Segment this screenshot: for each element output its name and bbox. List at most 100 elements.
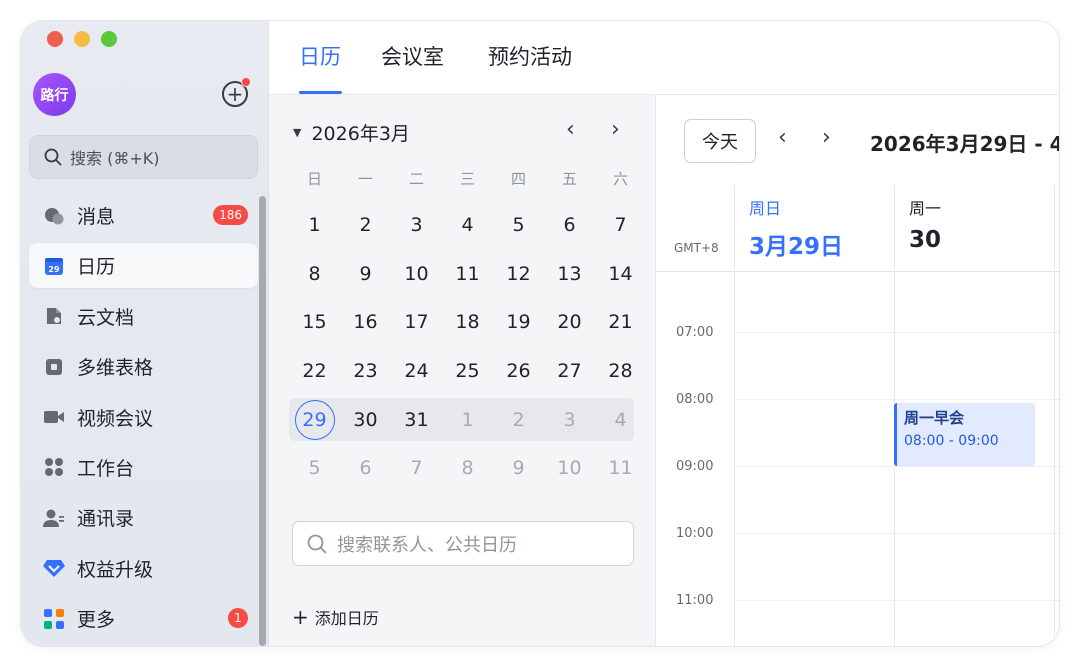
day-cell[interactable]: 1 [442, 409, 493, 431]
time-label: 07:00 [676, 325, 714, 340]
day-cell[interactable]: 15 [289, 311, 340, 333]
notification-dot [241, 77, 251, 87]
day-cell[interactable]: 26 [493, 360, 544, 382]
day-cell[interactable]: 25 [442, 360, 493, 382]
day-cell[interactable]: 11 [595, 457, 646, 479]
day-cell[interactable]: 6 [544, 214, 595, 236]
minimize-window-button[interactable] [74, 31, 90, 47]
day-cell[interactable]: 3 [544, 409, 595, 431]
chevron-left-icon[interactable]: ‹ [566, 117, 575, 142]
day-cell[interactable]: 8 [289, 263, 340, 285]
chevron-right-icon[interactable]: › [822, 125, 831, 150]
sidebar-item-more[interactable]: 更多 1 [29, 596, 258, 641]
message-icon [43, 205, 65, 227]
day-cell[interactable]: 2 [493, 409, 544, 431]
day-cell[interactable]: 20 [544, 311, 595, 333]
day-cell[interactable]: 19 [493, 311, 544, 333]
day-date: 3月29日 [749, 234, 844, 260]
time-label: 09:00 [676, 459, 714, 474]
active-tab-indicator [299, 91, 342, 94]
sidebar-item-messages[interactable]: 消息 186 [29, 193, 258, 238]
sidebar-item-docs[interactable]: 云文档 [29, 294, 258, 339]
day-cell[interactable]: 31 [391, 409, 442, 431]
timezone-label[interactable]: GMT+8 [674, 241, 719, 255]
week-view: 今天 ‹ › 2026年3月29日 - 4月 GMT+8 周日 3月29日 周一… [656, 95, 1059, 646]
sidebar-item-contacts[interactable]: 通讯录 [29, 495, 258, 540]
day-cell[interactable]: 2 [340, 214, 391, 236]
day-cell[interactable]: 5 [289, 457, 340, 479]
day-cell[interactable]: 10 [544, 457, 595, 479]
weekday-label: 一 [357, 169, 373, 188]
event-block[interactable]: 周一早会 08:00 - 09:00 [894, 403, 1035, 466]
sidebar-item-label: 云文档 [77, 306, 135, 329]
weekday-label: 日 [306, 169, 322, 188]
tab-booking[interactable]: 预约活动 [488, 41, 572, 71]
day-cell[interactable]: 10 [391, 263, 442, 285]
week-row: 22 23 24 25 26 27 28 [289, 347, 646, 396]
global-search[interactable]: 搜索 (⌘+K) [29, 135, 258, 179]
day-header-monday[interactable]: 周一 30 [894, 185, 1059, 271]
day-header-sunday[interactable]: 周日 3月29日 [734, 185, 894, 271]
contact-search-input[interactable]: 搜索联系人、公共日历 [292, 521, 634, 566]
day-cell[interactable]: 24 [391, 360, 442, 382]
tab-meeting-rooms[interactable]: 会议室 [381, 41, 444, 71]
sidebar-scrollbar[interactable] [259, 196, 266, 646]
sidebar-item-base[interactable]: 多维表格 [29, 344, 258, 389]
day-cell-today[interactable]: 29 [289, 399, 340, 440]
hour-line [736, 533, 1059, 534]
tab-calendar[interactable]: 日历 [299, 41, 341, 71]
app-window: 路行 + 搜索 (⌘+K) 消息 186 29 日历 云文档 多维表格 视频会议… [21, 21, 1059, 646]
calendar-icon: 29 [43, 255, 65, 277]
add-calendar-button[interactable]: + 添加日历 [292, 605, 379, 629]
day-cell[interactable]: 23 [340, 360, 391, 382]
sidebar-item-calendar[interactable]: 29 日历 [29, 243, 258, 289]
column-divider [1054, 185, 1055, 646]
mini-calendar-header[interactable]: ▼ 2026年3月 [293, 119, 410, 146]
day-cell[interactable]: 30 [340, 409, 391, 431]
week-row: 8 9 10 11 12 13 14 [289, 250, 646, 299]
sidebar-item-workplace[interactable]: 工作台 [29, 445, 258, 490]
day-cell[interactable]: 12 [493, 263, 544, 285]
day-name: 周日 [749, 199, 782, 218]
sidebar-item-video[interactable]: 视频会议 [29, 395, 258, 440]
close-window-button[interactable] [47, 31, 63, 47]
day-cell[interactable]: 9 [493, 457, 544, 479]
day-cell[interactable]: 7 [391, 457, 442, 479]
day-cell[interactable]: 14 [595, 263, 646, 285]
day-cell[interactable]: 6 [340, 457, 391, 479]
day-cell[interactable]: 3 [391, 214, 442, 236]
day-cell[interactable]: 4 [442, 214, 493, 236]
sidebar-item-label: 权益升级 [77, 558, 154, 581]
sidebar-item-label: 日历 [77, 256, 116, 279]
plus-icon: + [292, 605, 309, 629]
chevron-right-icon[interactable]: › [611, 117, 620, 142]
day-cell[interactable]: 8 [442, 457, 493, 479]
day-cell[interactable]: 16 [340, 311, 391, 333]
date-range-title: 2026年3月29日 - 4月 [870, 132, 1059, 156]
chevron-left-icon[interactable]: ‹ [778, 125, 787, 150]
weekday-label: 五 [561, 169, 577, 188]
contacts-icon [43, 507, 65, 529]
day-cell[interactable]: 18 [442, 311, 493, 333]
day-cell[interactable]: 1 [289, 214, 340, 236]
today-button[interactable]: 今天 [684, 119, 756, 163]
day-cell[interactable]: 22 [289, 360, 340, 382]
day-cell[interactable]: 28 [595, 360, 646, 382]
day-cell[interactable]: 7 [595, 214, 646, 236]
day-cell[interactable]: 9 [340, 263, 391, 285]
zoom-window-button[interactable] [101, 31, 117, 47]
day-cell[interactable]: 13 [544, 263, 595, 285]
search-icon [44, 148, 62, 166]
day-cell[interactable]: 4 [595, 409, 646, 431]
day-cell[interactable]: 17 [391, 311, 442, 333]
day-name: 周一 [909, 199, 942, 218]
day-cell[interactable]: 11 [442, 263, 493, 285]
sidebar-item-label: 工作台 [77, 457, 135, 480]
sidebar-item-label: 更多 [77, 609, 116, 632]
day-cell[interactable]: 27 [544, 360, 595, 382]
sidebar-item-upgrade[interactable]: 权益升级 [29, 546, 258, 591]
week-row-selected: 29 30 31 1 2 3 4 [289, 395, 646, 444]
day-cell[interactable]: 21 [595, 311, 646, 333]
avatar[interactable]: 路行 [33, 73, 76, 116]
day-cell[interactable]: 5 [493, 214, 544, 236]
